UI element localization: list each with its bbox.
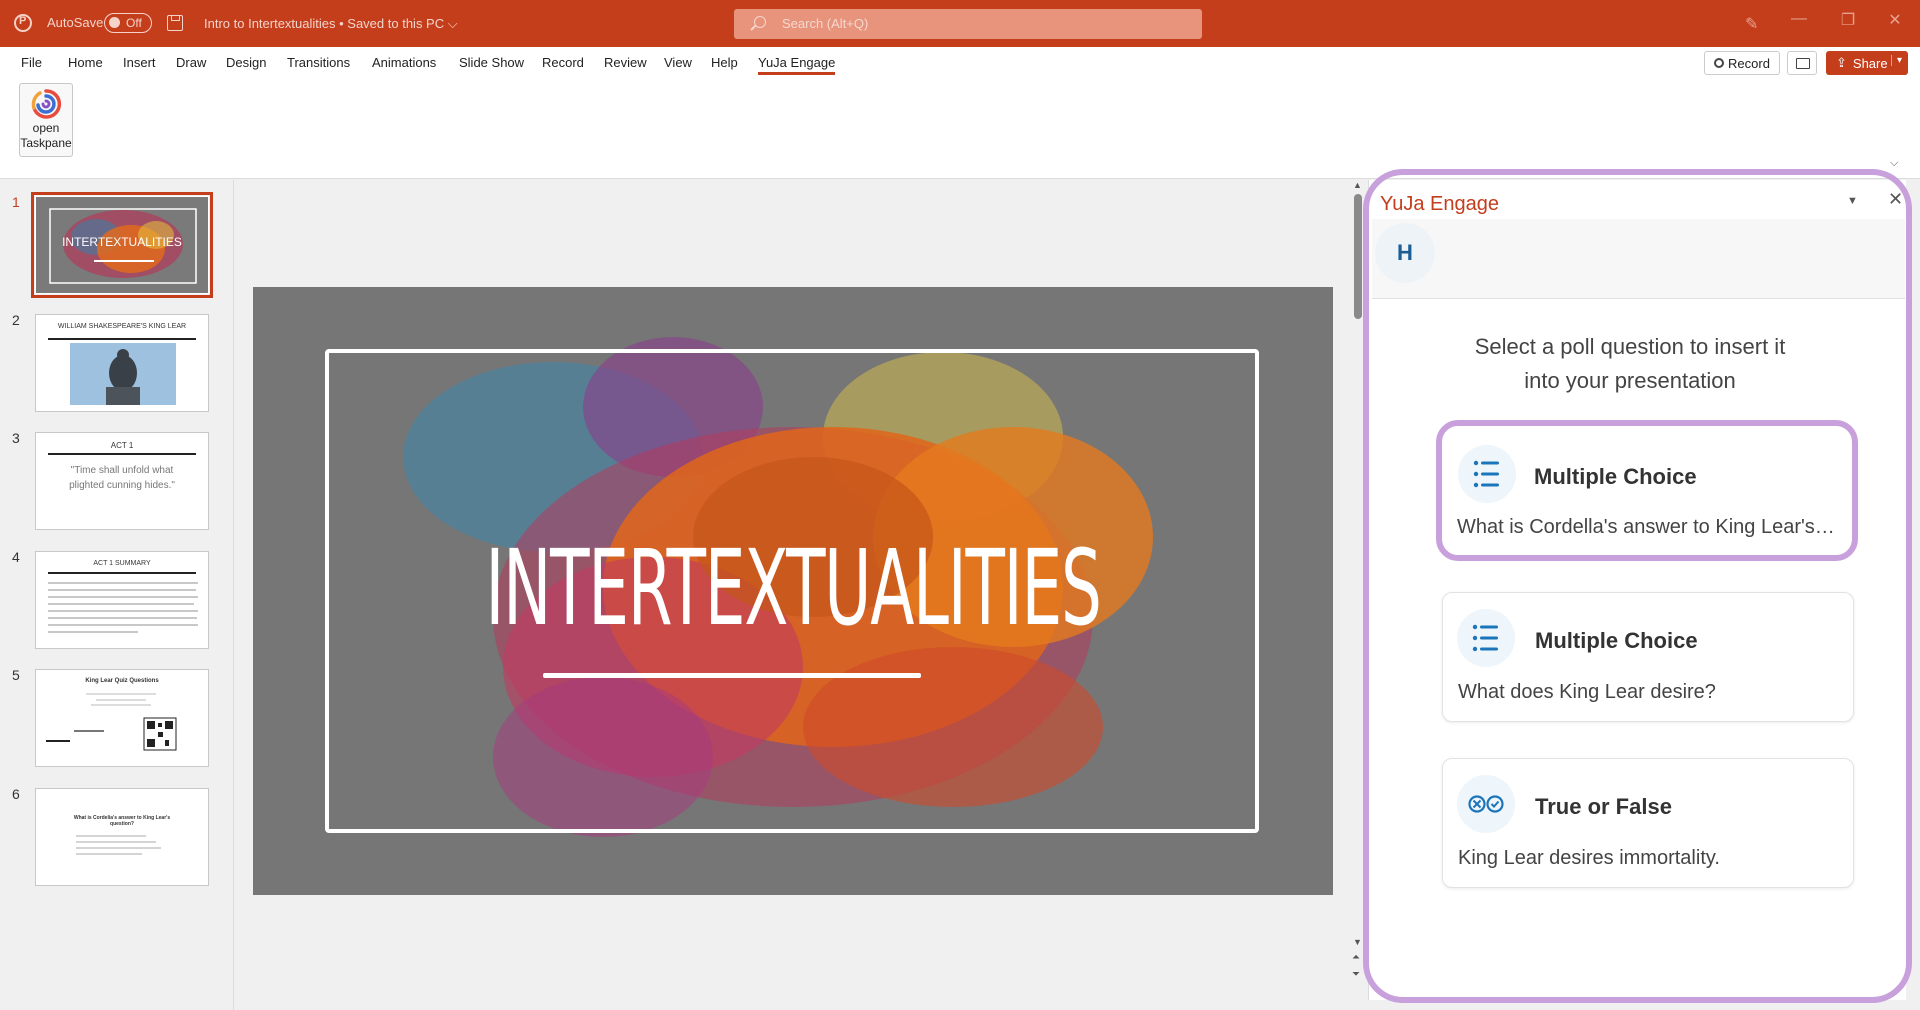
- restore-icon[interactable]: ❐: [1833, 10, 1863, 30]
- tab-slide-show[interactable]: Slide Show: [459, 55, 524, 70]
- minimize-icon[interactable]: —: [1784, 10, 1814, 28]
- scroll-up-icon[interactable]: ▲: [1353, 180, 1362, 190]
- thumb-2-title: WILLIAM SHAKESPEARE'S KING LEAR: [57, 323, 187, 330]
- record-label: Record: [1728, 55, 1770, 71]
- slide-number: 5: [12, 667, 20, 683]
- thumb-4-summary-text: [48, 582, 198, 633]
- thumb-3-divider: [48, 453, 196, 455]
- search-placeholder: Search (Alt+Q): [782, 16, 869, 31]
- thumb-2-divider: [48, 338, 196, 340]
- thumb-4-divider: [48, 572, 196, 574]
- open-taskpane-button[interactable]: open Taskpane: [19, 83, 73, 157]
- thumb-5-title: King Lear Quiz Questions: [85, 678, 159, 684]
- taskpane-title: YuJa Engage: [1380, 193, 1499, 215]
- editor-scrollbar[interactable]: ▲ ▼ ⏶ ⏷: [1351, 180, 1365, 1000]
- tab-yuja-engage[interactable]: YuJa Engage: [758, 55, 836, 75]
- tab-home[interactable]: Home: [68, 55, 103, 70]
- poll-instruction-line-2: into your presentation: [1524, 368, 1736, 393]
- powerpoint-logo-icon: [14, 14, 32, 32]
- thumb-3-title: ACT 1: [110, 441, 134, 450]
- taskpane-label-1: open: [32, 121, 60, 135]
- poll-card-3[interactable]: True or False King Lear desires immortal…: [1442, 758, 1854, 888]
- slide-thumbnail-1[interactable]: INTERTEXTUALITIES: [31, 192, 213, 298]
- share-icon: ⇪: [1836, 55, 1847, 70]
- share-button[interactable]: ⇪ Share ▾: [1826, 51, 1908, 75]
- poll-type: Multiple Choice: [1534, 464, 1697, 489]
- yuja-logo-icon: [31, 89, 62, 119]
- thumb-2-statue-image: [70, 343, 176, 405]
- ribbon-tabs: File Home Insert Draw Design Transitions…: [0, 47, 1920, 79]
- poll-instruction-line-1: Select a poll question to insert it: [1474, 334, 1786, 359]
- taskpane-close-icon[interactable]: ✕: [1888, 189, 1903, 210]
- poll-instruction: Select a poll question to insert it into…: [1395, 330, 1865, 398]
- list-icon: [1458, 445, 1516, 503]
- thumb-1-title: INTERTEXTUALITIES: [62, 235, 182, 249]
- user-avatar[interactable]: H: [1375, 223, 1435, 283]
- tab-view[interactable]: View: [664, 55, 692, 70]
- scrollbar-thumb[interactable]: [1354, 194, 1362, 319]
- slide-thumbnail-6[interactable]: What is Cordelia's answer to King Lear's…: [35, 788, 209, 886]
- slide-thumbnail-4[interactable]: ACT 1 SUMMARY: [35, 551, 209, 649]
- tab-file[interactable]: File: [21, 55, 42, 70]
- taskpane-header: [1372, 219, 1905, 299]
- share-label: Share: [1852, 55, 1888, 71]
- poll-question: King Lear desires immortality.: [1458, 847, 1720, 869]
- autosave-state: Off: [126, 16, 142, 30]
- tab-design[interactable]: Design: [226, 55, 266, 70]
- toggle-knob-icon: [109, 17, 120, 28]
- tab-animations[interactable]: Animations: [372, 55, 436, 70]
- tab-transitions[interactable]: Transitions: [287, 55, 350, 70]
- taskpane-label-2: Taskpane: [20, 136, 72, 150]
- thumb-6-options: [76, 835, 161, 855]
- slide-title: INTERTEXTUALITIES: [485, 527, 1102, 649]
- slide-number: 1: [12, 194, 20, 210]
- slide-number: 6: [12, 786, 20, 802]
- poll-question: What does King Lear desire?: [1458, 681, 1716, 703]
- ribbon: open Taskpane ⌵: [0, 79, 1920, 179]
- record-icon: [1714, 58, 1725, 68]
- tab-draw[interactable]: Draw: [176, 55, 206, 70]
- close-icon[interactable]: ✕: [1880, 10, 1910, 30]
- slide-thumbnail-pane: 1 INTERTEXTUALITIES 2 WILLIAM SHAKESPEAR…: [0, 180, 234, 1010]
- tab-insert[interactable]: Insert: [123, 55, 156, 70]
- slide-thumbnail-3[interactable]: ACT 1 "Time shall unfold what plighted c…: [35, 432, 209, 530]
- autosave-label: AutoSave: [47, 15, 104, 30]
- taskpane-menu-icon[interactable]: ▼: [1847, 195, 1858, 207]
- scroll-down-icon[interactable]: ▼: [1353, 937, 1362, 947]
- thumb-3-quote: "Time shall unfold what plighted cunning…: [69, 465, 175, 491]
- poll-type: Multiple Choice: [1535, 628, 1698, 653]
- true-false-icon: [1457, 775, 1515, 833]
- pen-icon[interactable]: ✎: [1745, 14, 1761, 33]
- poll-type: True or False: [1535, 794, 1672, 819]
- tab-record[interactable]: Record: [542, 55, 584, 70]
- autosave-toggle[interactable]: Off: [104, 13, 152, 33]
- next-slide-icon[interactable]: ⏷: [1352, 969, 1360, 980]
- chevron-down-icon[interactable]: ▾: [1890, 55, 1902, 66]
- thumb-6-title: What is Cordelia's answer to King Lear's…: [73, 815, 171, 827]
- search-icon: [754, 16, 766, 28]
- thumb-4-title: ACT 1 SUMMARY: [93, 560, 151, 567]
- previous-slide-icon[interactable]: ⏶: [1352, 952, 1360, 963]
- tab-help[interactable]: Help: [711, 55, 738, 70]
- slide-thumbnail-2[interactable]: WILLIAM SHAKESPEARE'S KING LEAR: [35, 314, 209, 412]
- save-icon[interactable]: [167, 15, 183, 31]
- poll-question: What is Cordella's answer to King Lear's…: [1457, 516, 1837, 538]
- comments-button[interactable]: [1787, 51, 1817, 75]
- tab-review[interactable]: Review: [604, 55, 647, 70]
- poll-card-1[interactable]: Multiple Choice What is Cordella's answe…: [1436, 420, 1858, 561]
- slide-number: 4: [12, 549, 20, 565]
- list-icon: [1457, 609, 1515, 667]
- document-title[interactable]: Intro to Intertextualities • Saved to th…: [204, 16, 458, 32]
- thumb-5-qr-content: [46, 693, 177, 751]
- slide-number: 3: [12, 430, 20, 446]
- search-box[interactable]: Search (Alt+Q): [734, 9, 1202, 39]
- slide-number: 2: [12, 312, 20, 328]
- title-bar: AutoSave Off Intro to Intertextualities …: [0, 0, 1920, 47]
- main-slide[interactable]: INTERTEXTUALITIES: [253, 287, 1333, 895]
- ribbon-collapse-icon[interactable]: ⌵: [1890, 157, 1898, 170]
- slide-thumbnail-5[interactable]: King Lear Quiz Questions: [35, 669, 209, 767]
- record-button[interactable]: Record: [1704, 51, 1780, 75]
- poll-card-2[interactable]: Multiple Choice What does King Lear desi…: [1442, 592, 1854, 722]
